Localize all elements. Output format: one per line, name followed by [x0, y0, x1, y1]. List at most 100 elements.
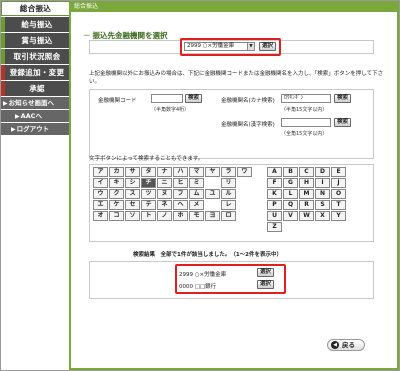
char-key[interactable]: ラ — [221, 167, 236, 177]
bank-code-input[interactable] — [151, 94, 183, 103]
char-key[interactable]: T — [331, 200, 346, 210]
char-key[interactable]: チ — [141, 178, 156, 188]
char-key[interactable]: マ — [189, 167, 204, 177]
sidebar-link-label: お知らせ画面へ — [8, 99, 54, 107]
search-by-kana-button[interactable]: 検索 — [334, 94, 351, 103]
char-key[interactable]: カ — [109, 167, 124, 177]
char-key[interactable]: W — [299, 211, 314, 221]
sidebar-item-kyuyo-furikomi[interactable]: 給与振込 — [1, 17, 69, 32]
char-key[interactable]: R — [299, 200, 314, 210]
key-spacer — [237, 178, 252, 188]
char-key[interactable]: H — [299, 178, 314, 188]
char-key[interactable]: イ — [93, 178, 108, 188]
char-key[interactable]: ホ — [173, 211, 188, 221]
char-key[interactable]: O — [331, 189, 346, 199]
char-key[interactable]: Z — [267, 222, 282, 232]
result-name: 2999 ○×労働金庫 — [179, 272, 227, 278]
char-key[interactable]: V — [283, 211, 298, 221]
chevron-down-icon: ▼ — [247, 43, 254, 50]
char-key[interactable]: ウ — [93, 189, 108, 199]
char-key[interactable]: ヌ — [157, 189, 172, 199]
char-key[interactable]: ユ — [205, 189, 220, 199]
char-key[interactable]: ニ — [157, 178, 172, 188]
char-key[interactable]: ヨ — [205, 211, 220, 221]
char-key[interactable]: ソ — [125, 211, 140, 221]
kanji-search-input[interactable] — [281, 118, 331, 127]
char-key[interactable]: ロ — [221, 211, 236, 221]
char-key[interactable]: A — [267, 167, 282, 177]
char-key[interactable]: ネ — [157, 200, 172, 210]
char-key[interactable]: ト — [141, 211, 156, 221]
char-key[interactable]: キ — [109, 178, 124, 188]
key-spacer — [237, 200, 252, 210]
char-key[interactable]: M — [299, 189, 314, 199]
char-key[interactable]: ミ — [189, 178, 204, 188]
char-key[interactable]: ケ — [109, 200, 124, 210]
char-key[interactable]: メ — [189, 200, 204, 210]
char-key[interactable]: ヒ — [173, 178, 188, 188]
char-key[interactable]: ノ — [157, 211, 172, 221]
char-key[interactable]: Y — [331, 211, 346, 221]
result-select-button[interactable]: 選択 — [257, 280, 274, 289]
char-key[interactable]: コ — [109, 211, 124, 221]
char-key[interactable]: B — [283, 167, 298, 177]
char-key[interactable]: エ — [93, 200, 108, 210]
char-key[interactable]: ワ — [237, 167, 252, 177]
char-key[interactable]: E — [331, 167, 346, 177]
char-key[interactable]: ム — [189, 189, 204, 199]
char-key[interactable]: フ — [173, 189, 188, 199]
char-key[interactable]: ル — [221, 189, 236, 199]
sidebar-item-sogo-furikomi[interactable]: 総合振込 — [1, 1, 69, 16]
instruction-text: 上記金融機関以外にお振込みの場合は、下記に金融機関コードまたは金融機関名を入力し… — [89, 71, 384, 85]
char-key[interactable]: リ — [221, 178, 236, 188]
char-key[interactable]: ナ — [157, 167, 172, 177]
sidebar-item-label: 承認 — [29, 84, 45, 93]
char-key[interactable]: P — [267, 200, 282, 210]
char-key[interactable]: ヤ — [205, 167, 220, 177]
char-key[interactable]: C — [299, 167, 314, 177]
select-button[interactable]: 選択 — [259, 42, 276, 51]
sidebar-link-aac[interactable]: ▶AACへ — [1, 110, 69, 122]
arrow-right-icon: ▶ — [3, 100, 8, 107]
sidebar-link-notice[interactable]: ▶お知らせ画面へ — [1, 97, 69, 109]
kana-search-input[interactable]: ﾛｳｷﾝｷﾞﾝ — [281, 94, 331, 103]
char-key[interactable]: N — [315, 189, 330, 199]
char-key[interactable]: ヘ — [173, 200, 188, 210]
sidebar-item-toroku-henko[interactable]: 登録追加・変更 — [1, 65, 69, 80]
char-key[interactable]: ク — [109, 189, 124, 199]
char-key[interactable]: テ — [141, 200, 156, 210]
char-key[interactable]: ス — [125, 189, 140, 199]
key-spacer — [237, 211, 252, 221]
result-summary: 検索結果 全部で1件が該当しました。（1〜2件を表示中） — [133, 252, 282, 258]
char-key[interactable]: Q — [283, 200, 298, 210]
char-key[interactable]: L — [283, 189, 298, 199]
bank-select[interactable]: 2999 ○×労働金庫 ▼ — [184, 42, 255, 51]
char-key[interactable]: I — [315, 178, 330, 188]
char-key[interactable]: J — [331, 178, 346, 188]
char-key[interactable]: サ — [125, 167, 140, 177]
sidebar-link-logout[interactable]: ▶ログアウト — [1, 123, 69, 135]
char-key[interactable]: レ — [221, 200, 236, 210]
sidebar-item-shoyo-furikomi[interactable]: 賞与振込 — [1, 33, 69, 48]
char-key[interactable]: モ — [189, 211, 204, 221]
char-key[interactable]: タ — [141, 167, 156, 177]
char-key[interactable]: ア — [93, 167, 108, 177]
search-by-kanji-button[interactable]: 検索 — [334, 118, 351, 127]
char-key[interactable]: オ — [93, 211, 108, 221]
char-key[interactable]: X — [315, 211, 330, 221]
char-key[interactable]: G — [283, 178, 298, 188]
sidebar-item-torihiki-shokai[interactable]: 取引状況照会 — [1, 49, 69, 64]
char-key[interactable]: S — [315, 200, 330, 210]
char-key[interactable]: シ — [125, 178, 140, 188]
char-key[interactable]: ツ — [141, 189, 156, 199]
search-by-code-button[interactable]: 検索 — [185, 94, 202, 103]
char-key[interactable]: ハ — [173, 167, 188, 177]
sidebar-item-shonin[interactable]: 承認 — [1, 81, 69, 96]
char-key[interactable]: K — [267, 189, 282, 199]
char-key[interactable]: F — [267, 178, 282, 188]
char-key[interactable]: セ — [125, 200, 140, 210]
char-key[interactable]: D — [315, 167, 330, 177]
char-key[interactable]: U — [267, 211, 282, 221]
result-select-button[interactable]: 選択 — [257, 268, 274, 277]
back-button[interactable]: ◀ 戻る — [327, 339, 365, 351]
